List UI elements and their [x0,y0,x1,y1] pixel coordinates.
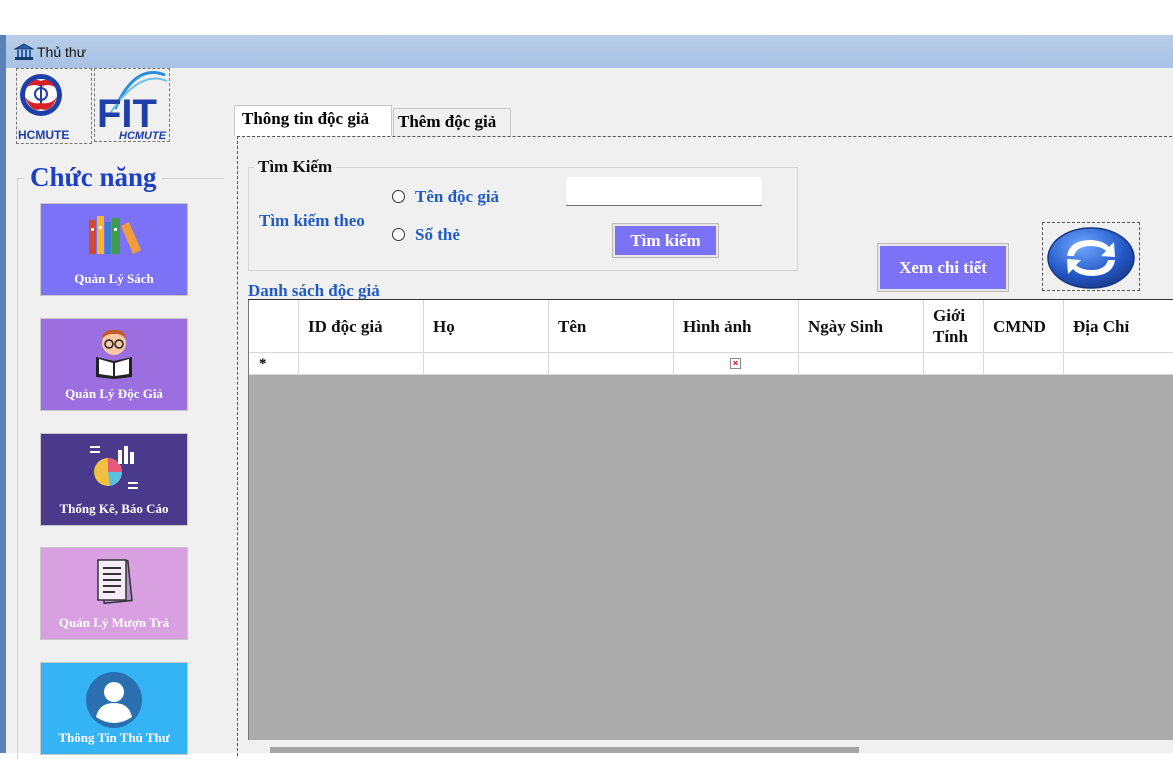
fit-logo: FIT HCMUTE [94,68,170,142]
fit-logo-sub: HCMUTE [119,130,167,141]
broken-image-icon: × [730,358,741,369]
radio-card-number[interactable] [392,228,405,241]
nav-borrow-return-button[interactable]: Quản Lý Mượn Trả [40,547,188,640]
document-icon [97,559,133,605]
table-cell[interactable] [424,353,549,375]
view-detail-button[interactable]: Xem chi tiết [877,243,1009,292]
search-group-title: Tìm Kiếm [254,157,337,177]
grid-header: ID độc giả Họ Tên Hình ảnh Ngày Sinh Giớ… [249,300,1173,353]
table-cell[interactable] [1064,353,1173,375]
nav-label: Quản Lý Mượn Trả [58,615,170,630]
table-cell[interactable] [549,353,674,375]
reader-grid[interactable]: ID độc giả Họ Tên Hình ảnh Ngày Sinh Giớ… [248,300,1173,740]
nav-reader-management-button[interactable]: Quản Lý Độc Giả [40,318,188,411]
refresh-button[interactable] [1042,222,1140,291]
column-header[interactable]: Tên [549,300,674,353]
books-icon [89,216,141,254]
table-cell[interactable] [299,353,424,375]
sidebar-title: Chức năng [24,162,163,193]
table-cell[interactable] [984,353,1064,375]
search-by-label: Tìm kiếm theo [259,211,365,230]
library-icon [14,43,34,60]
report-chart-icon [90,446,138,489]
nav-librarian-info-button[interactable]: Thông Tin Thủ Thư [40,662,188,755]
reader-icon [96,329,132,379]
column-header[interactable]: Họ [424,300,549,353]
title-bar[interactable]: Thủ thư [6,35,1173,68]
hcmute-logo: HCMUTE [16,68,92,144]
column-header[interactable]: Hình ảnh [674,300,799,353]
hcmute-logo-text: HCMUTE [18,128,69,142]
refresh-icon [1047,227,1135,289]
nav-label: Thông Tin Thủ Thư [58,730,170,745]
radio-reader-name-label[interactable]: Tên độc giả [415,187,499,207]
window-border [0,35,6,753]
reader-list-title: Danh sách độc giả [248,281,386,301]
window-title: Thủ thư [37,44,87,60]
column-header[interactable]: Địa Chỉ [1064,300,1173,353]
scrollbar-thumb[interactable] [270,747,859,753]
table-cell[interactable]: × [674,353,799,375]
radio-reader-name[interactable] [392,190,405,203]
radio-card-number-label[interactable]: Số thẻ [415,225,460,245]
nav-statistics-report-button[interactable]: Thống Kê, Báo Cáo [40,433,188,526]
nav-book-management-button[interactable]: Quản Lý Sách [40,203,188,296]
column-header[interactable]: CMND [984,300,1064,353]
column-header[interactable]: Giới Tính [924,300,984,353]
column-header[interactable]: ID độc giả [299,300,424,353]
new-row-marker: * [259,356,267,372]
tab-add-reader[interactable]: Thêm độc giả [393,108,511,136]
nav-label: Quản Lý Độc Giả [65,386,163,401]
grid-corner-header[interactable] [249,300,299,353]
search-button[interactable]: Tìm kiếm [612,223,719,258]
tab-reader-info[interactable]: Thông tin độc giả [234,105,392,136]
nav-label: Quản Lý Sách [74,271,154,286]
table-row[interactable]: * × [249,353,1173,375]
search-input[interactable] [566,177,762,206]
row-header-cell[interactable]: * [249,353,299,375]
column-header[interactable]: Ngày Sinh [799,300,924,353]
table-cell[interactable] [799,353,924,375]
table-cell[interactable] [924,353,984,375]
nav-label: Thống Kê, Báo Cáo [59,501,169,516]
user-icon [86,672,142,728]
